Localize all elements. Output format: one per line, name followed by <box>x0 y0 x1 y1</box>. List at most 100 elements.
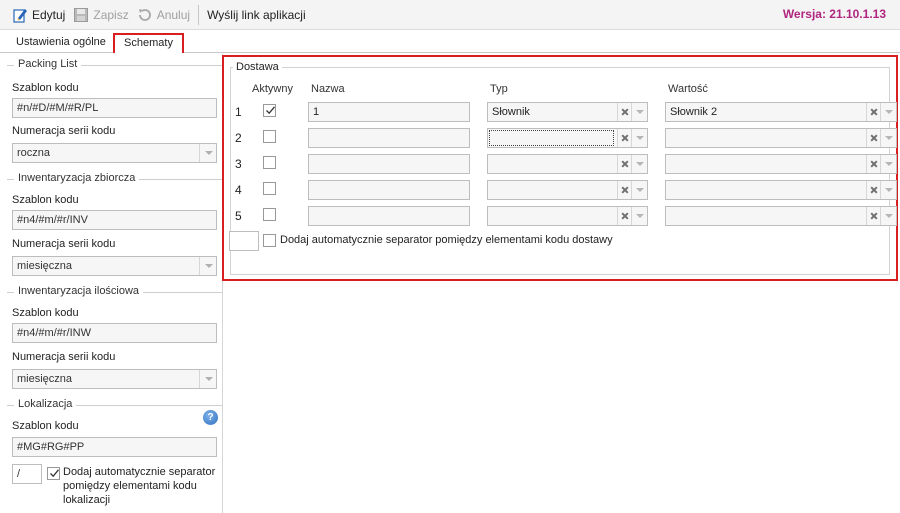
row-name-field[interactable]: 1 <box>308 102 470 122</box>
row-type-select[interactable] <box>487 180 648 200</box>
save-button[interactable]: Zapisz <box>69 0 132 30</box>
col-header-value: Wartość <box>668 83 708 95</box>
row-value-select[interactable]: Słownik 2 <box>665 102 897 122</box>
save-label: Zapisz <box>93 7 129 22</box>
chevron-down-icon[interactable] <box>880 181 896 199</box>
tab-schemas[interactable]: Schematy <box>113 33 184 53</box>
clear-icon[interactable] <box>866 129 880 147</box>
chevron-down-icon[interactable] <box>880 129 896 147</box>
code-template-label: Szablon kodu <box>12 194 79 206</box>
separator-label-line3: lokalizacji <box>63 494 111 506</box>
edit-icon <box>12 7 28 23</box>
toolbar-separator <box>198 4 200 25</box>
delivery-separator-checkbox[interactable] <box>263 234 276 247</box>
select-value: roczna <box>17 147 51 159</box>
col-header-type: Typ <box>490 83 508 95</box>
clear-icon[interactable] <box>617 181 631 199</box>
chevron-down-icon[interactable] <box>631 103 647 121</box>
group-title: Lokalizacja <box>14 398 77 410</box>
inventory-collective-code-field[interactable]: #n4/#m/#r/INV <box>12 210 217 230</box>
version-label: Wersja: 21.10.1.13 <box>782 7 886 21</box>
delivery-separator-label: Dodaj automatycznie separator pomiędzy e… <box>280 234 613 246</box>
group-title: Dostawa <box>233 61 282 73</box>
cancel-button[interactable]: Anuluj <box>133 0 194 30</box>
row-type-select[interactable] <box>487 154 648 174</box>
send-link-label: Wyślij link aplikacji <box>207 7 306 22</box>
row-number: 2 <box>235 131 242 145</box>
edit-label: Edytuj <box>32 7 66 22</box>
chevron-down-icon[interactable] <box>199 370 216 388</box>
chevron-down-icon[interactable] <box>199 257 216 275</box>
separator-label-line1: Dodaj automatycznie separator <box>63 466 216 478</box>
separator-label-line2: pomiędzy elementami kodu <box>63 480 197 492</box>
undo-icon <box>137 7 153 23</box>
row-number: 1 <box>235 105 242 119</box>
row-active-checkbox[interactable] <box>263 130 276 143</box>
row-value-select[interactable] <box>665 154 897 174</box>
select-value: Słownik 2 <box>670 106 718 118</box>
row-active-checkbox[interactable] <box>263 182 276 195</box>
chevron-down-icon[interactable] <box>631 129 647 147</box>
col-header-active: Aktywny <box>252 83 293 95</box>
tab-general-settings[interactable]: Ustawienia ogólne <box>8 33 114 53</box>
row-name-field[interactable] <box>308 128 470 148</box>
delivery-separator-field[interactable] <box>229 231 259 251</box>
chevron-down-icon[interactable] <box>631 155 647 173</box>
clear-icon[interactable] <box>866 155 880 173</box>
clear-icon[interactable] <box>617 129 631 147</box>
help-icon[interactable]: ? <box>203 410 218 425</box>
row-name-field[interactable] <box>308 206 470 226</box>
numbering-label: Numeracja serii kodu <box>12 125 116 137</box>
row-value-select[interactable] <box>665 206 897 226</box>
clear-icon[interactable] <box>617 155 631 173</box>
chevron-down-icon[interactable] <box>631 181 647 199</box>
group-title: Inwentaryzacja ilościowa <box>14 285 144 297</box>
code-template-label: Szablon kodu <box>12 420 79 432</box>
group-title: Packing List <box>14 58 82 70</box>
inventory-quantity-code-field[interactable]: #n4/#m/#r/INW <box>12 323 217 343</box>
toolbar: Edytuj Zapisz Anuluj Wyślij link aplikac… <box>0 0 900 30</box>
delivery-group: Dostawa Aktywny Nazwa Typ Wartość 1 1 Sł… <box>222 55 898 281</box>
chevron-down-icon[interactable] <box>631 207 647 225</box>
chevron-down-icon[interactable] <box>880 207 896 225</box>
numbering-label: Numeracja serii kodu <box>12 351 116 363</box>
inventory-quantity-numbering-select[interactable]: miesięczna <box>12 369 217 389</box>
save-icon <box>73 7 89 23</box>
select-value: miesięczna <box>17 373 73 385</box>
row-type-select[interactable]: Słownik <box>487 102 648 122</box>
row-active-checkbox[interactable] <box>263 104 276 117</box>
row-number: 5 <box>235 209 242 223</box>
row-name-field[interactable] <box>308 154 470 174</box>
chevron-down-icon[interactable] <box>199 144 216 162</box>
location-separator-field[interactable]: / <box>12 464 42 484</box>
select-value: Słownik <box>492 106 530 118</box>
row-value-select[interactable] <box>665 180 897 200</box>
row-value-select[interactable] <box>665 128 897 148</box>
row-number: 4 <box>235 183 242 197</box>
send-link-button[interactable]: Wyślij link aplikacji <box>203 0 310 30</box>
clear-icon[interactable] <box>617 207 631 225</box>
clear-icon[interactable] <box>866 181 880 199</box>
row-type-select[interactable] <box>487 128 648 148</box>
clear-icon[interactable] <box>866 103 880 121</box>
clear-icon[interactable] <box>617 103 631 121</box>
focus-rect <box>489 130 614 146</box>
packing-list-numbering-select[interactable]: roczna <box>12 143 217 163</box>
chevron-down-icon[interactable] <box>880 155 896 173</box>
row-number: 3 <box>235 157 242 171</box>
cancel-label: Anuluj <box>156 7 191 22</box>
location-code-field[interactable]: #MG#RG#PP <box>12 437 217 457</box>
numbering-label: Numeracja serii kodu <box>12 238 116 250</box>
inventory-collective-numbering-select[interactable]: miesięczna <box>12 256 217 276</box>
row-type-select[interactable] <box>487 206 648 226</box>
chevron-down-icon[interactable] <box>880 103 896 121</box>
edit-button[interactable]: Edytuj <box>8 0 69 30</box>
col-header-name: Nazwa <box>311 83 345 95</box>
tab-bar: Ustawienia ogólne Schematy <box>0 33 900 53</box>
row-active-checkbox[interactable] <box>263 156 276 169</box>
location-separator-checkbox[interactable] <box>47 467 60 480</box>
clear-icon[interactable] <box>866 207 880 225</box>
row-active-checkbox[interactable] <box>263 208 276 221</box>
packing-list-code-field[interactable]: #n/#D/#M/#R/PL <box>12 98 217 118</box>
row-name-field[interactable] <box>308 180 470 200</box>
